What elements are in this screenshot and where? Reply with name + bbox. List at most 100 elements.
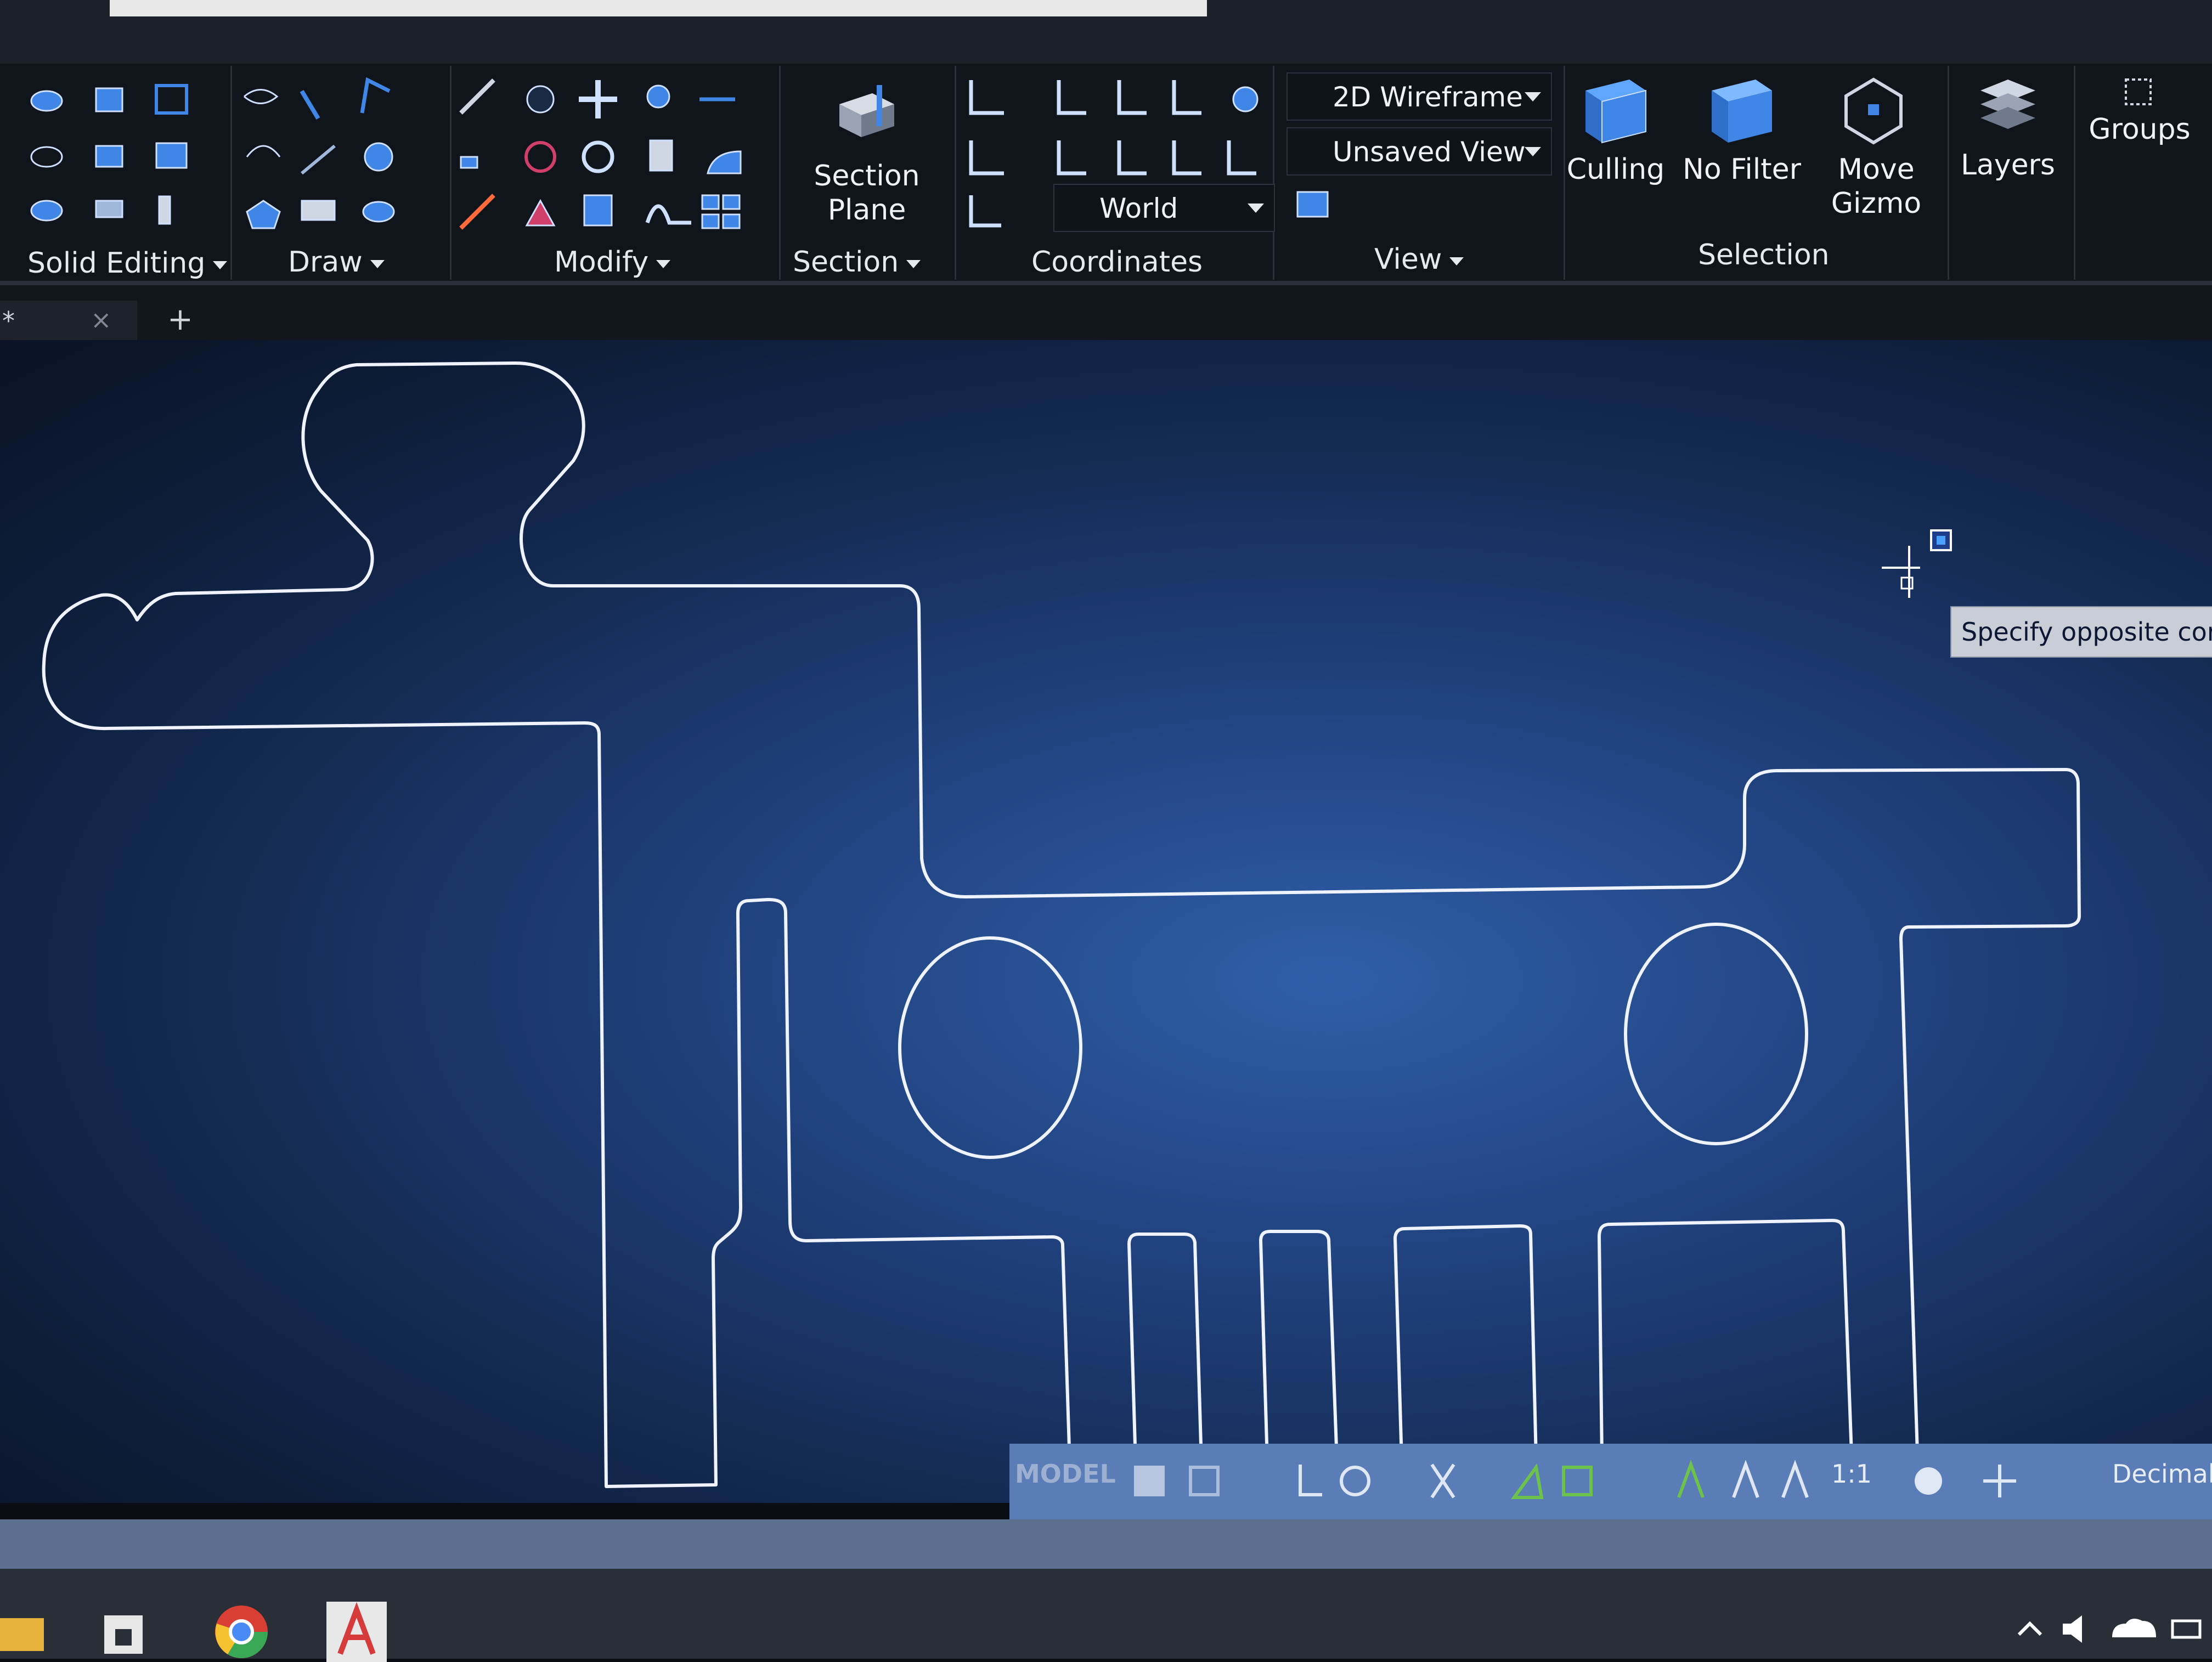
- file-tab-name: *: [2, 306, 15, 336]
- array-icon: [701, 194, 720, 210]
- chevron-down-icon: [656, 259, 671, 268]
- osnap-icon: [1430, 1463, 1455, 1499]
- chevron-down-icon: [1525, 92, 1541, 101]
- stretch-icon: [645, 204, 691, 225]
- chevron-down-icon: [370, 259, 385, 268]
- dynamic-ucs-icon: [1511, 1463, 1544, 1499]
- fillet-icon: [460, 156, 478, 169]
- modify-panel-label[interactable]: Modify: [554, 246, 671, 279]
- section-plane-label-1: Section: [814, 160, 920, 193]
- ucs-icon: [969, 80, 1004, 115]
- taper-icon: [95, 145, 123, 168]
- volume-icon: [2063, 1615, 2082, 1643]
- snap-icon: [1189, 1466, 1220, 1496]
- circle-icon: [364, 142, 393, 172]
- mirror-icon: [649, 139, 673, 172]
- chevron-down-icon: [1525, 147, 1541, 156]
- file-tab-bar: [0, 285, 2212, 340]
- polar-tracking-icon: [1340, 1466, 1370, 1496]
- chrome-icon[interactable]: [211, 1602, 272, 1662]
- annotation-visibility-icon: [1677, 1460, 1705, 1499]
- coordinates-panel-label[interactable]: Coordinates: [1031, 246, 1203, 279]
- units-value[interactable]: Decimal: [2112, 1459, 2212, 1489]
- box-icon: [155, 84, 188, 115]
- offset-icon: [459, 78, 495, 115]
- drawing-file-tab[interactable]: * ×: [0, 301, 137, 340]
- battery-icon: [2171, 1619, 2202, 1639]
- viewport-icon[interactable]: [1295, 189, 1339, 222]
- revolve-icon: [362, 201, 395, 223]
- array-icon: [722, 213, 741, 229]
- visual-style-dropdown[interactable]: 2D Wireframe: [1286, 72, 1552, 121]
- sweep-icon: [244, 89, 279, 104]
- visual-style-value: 2D Wireframe: [1333, 81, 1523, 113]
- extrude-icon: [155, 142, 188, 169]
- right-hole: [1624, 923, 1808, 1145]
- ucs-dropdown[interactable]: World: [1053, 184, 1275, 232]
- ucs-y-icon: [1172, 80, 1201, 115]
- drawing-canvas[interactable]: [0, 340, 2212, 1503]
- no-filter-icon: [1712, 80, 1772, 143]
- scale-icon: [583, 194, 613, 227]
- layers-icon: [1980, 80, 2035, 129]
- array-icon: [701, 213, 720, 229]
- store-icon[interactable]: [96, 1602, 156, 1662]
- ortho-icon: [1299, 1465, 1322, 1496]
- annotation-scale-icon: [1781, 1460, 1809, 1499]
- solid-editing-panel-label[interactable]: Solid Editing: [27, 247, 228, 280]
- section-plane-button[interactable]: Section Plane: [801, 159, 933, 227]
- model-space-button[interactable]: MODEL: [1015, 1459, 1116, 1489]
- layers-button[interactable]: Layers: [1959, 148, 2057, 182]
- file-explorer-icon[interactable]: [0, 1602, 60, 1662]
- new-tab-button[interactable]: +: [167, 302, 193, 337]
- ucs-z-icon: [1057, 80, 1086, 115]
- copy-icon: [646, 84, 670, 109]
- groups-button[interactable]: Groups: [2085, 112, 2194, 146]
- rotate-icon: [582, 140, 614, 173]
- 3d-rotate-icon: [526, 85, 555, 114]
- gear-icon: [1915, 1467, 1942, 1495]
- 3d-align-icon: [525, 199, 556, 227]
- panel-separator: [1948, 66, 1949, 280]
- annotation-scale-value[interactable]: 1:1: [1831, 1459, 1872, 1489]
- separate-icon: [158, 195, 171, 225]
- ucs-origin-icon: [969, 140, 1004, 176]
- part-outline: [42, 361, 2081, 1488]
- cad-drawing: [42, 361, 2081, 1488]
- no-filter-button[interactable]: No Filter: [1679, 152, 1805, 186]
- draw-panel-label[interactable]: Draw: [288, 246, 385, 279]
- move-gizmo-button[interactable]: Move Gizmo: [1816, 152, 1937, 221]
- chevron-down-icon: [1449, 257, 1464, 265]
- ucs-3point-icon: [1172, 140, 1201, 176]
- section-panel-label[interactable]: Section: [793, 246, 921, 279]
- line-icon: [301, 144, 336, 175]
- view-text: View: [1374, 243, 1442, 276]
- ucs-world-icon: [1232, 86, 1259, 112]
- section-plane-icon[interactable]: [834, 82, 900, 143]
- spline-icon: [246, 145, 281, 157]
- left-hole: [898, 936, 1082, 1159]
- extrude-faces-icon: [95, 87, 123, 112]
- groups-icon: [2125, 78, 2152, 105]
- move-gizmo-label-2: Gizmo: [1831, 187, 1922, 220]
- selection-panel-label[interactable]: Selection: [1698, 239, 1830, 272]
- autocad-icon[interactable]: [326, 1602, 387, 1662]
- title-bar-strip: [110, 0, 1207, 16]
- view-panel-label[interactable]: View: [1374, 243, 1464, 276]
- 3d-orbit-icon: [524, 141, 556, 173]
- named-view-dropdown[interactable]: Unsaved View: [1286, 127, 1552, 176]
- system-tray-icons[interactable]: [2008, 1607, 2212, 1651]
- chevron-down-icon: [1248, 203, 1264, 213]
- ucs-face-icon: [1117, 140, 1147, 176]
- close-icon[interactable]: ×: [91, 305, 112, 335]
- section-plane-label-2: Plane: [827, 194, 906, 227]
- status-toggle-icons[interactable]: [1125, 1454, 2068, 1514]
- draw-text: Draw: [288, 246, 363, 279]
- ucs-previous-icon: [1057, 140, 1086, 176]
- polyline-icon: [360, 77, 391, 114]
- selection-cycling-icon: [1562, 1466, 1593, 1496]
- move-icon: [579, 80, 617, 118]
- slice-icon: [95, 200, 123, 218]
- chevron-down-icon: [906, 259, 921, 268]
- culling-button[interactable]: Culling: [1564, 152, 1668, 186]
